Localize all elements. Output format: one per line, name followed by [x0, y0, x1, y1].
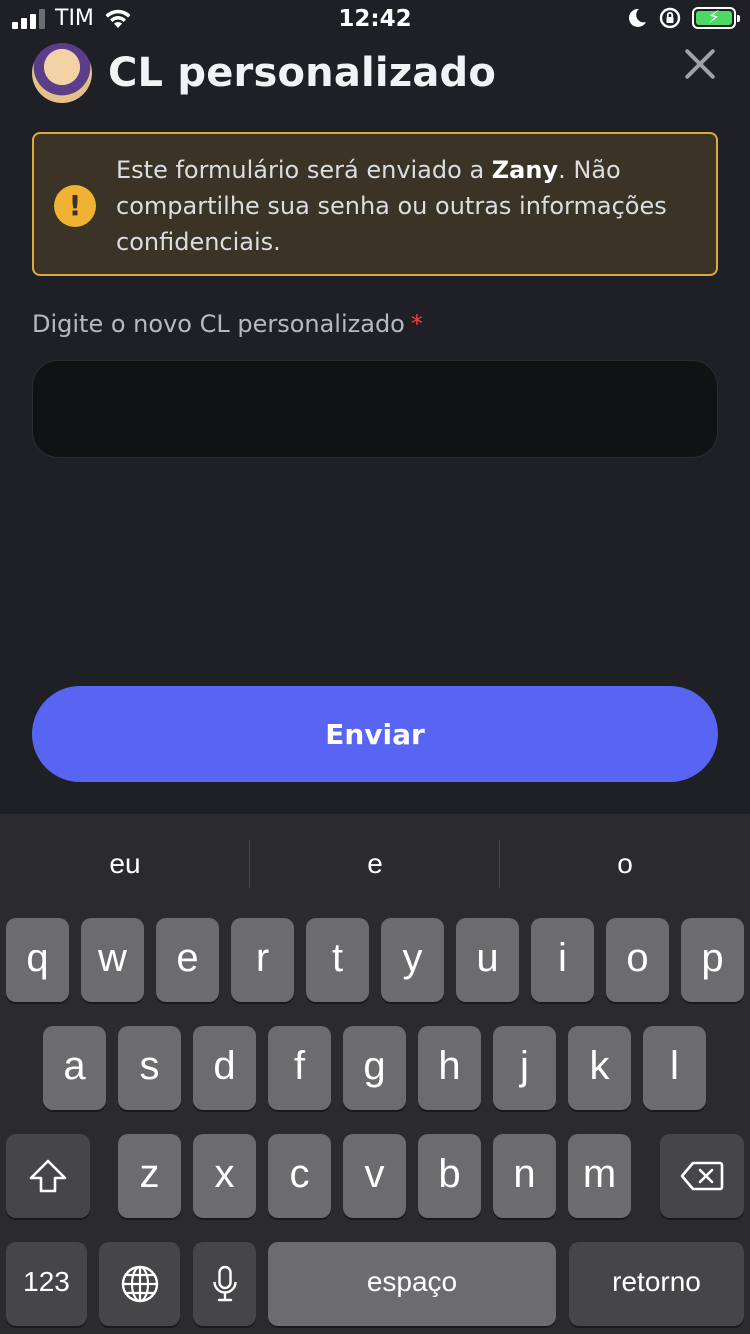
key-f[interactable]: f [268, 1026, 331, 1110]
avatar [32, 43, 92, 103]
microphone-icon [212, 1265, 237, 1302]
modal-header: CL personalizado [32, 40, 718, 106]
key-n[interactable]: n [493, 1134, 556, 1218]
backspace-key[interactable] [660, 1134, 744, 1218]
close-icon[interactable] [682, 46, 718, 82]
space-key[interactable]: espaço [268, 1242, 556, 1326]
suggestion-item[interactable]: e [250, 814, 500, 914]
key-k[interactable]: k [568, 1026, 631, 1110]
key-l[interactable]: l [643, 1026, 706, 1110]
key-w[interactable]: w [81, 918, 144, 1002]
globe-key[interactable] [99, 1242, 180, 1326]
key-t[interactable]: t [306, 918, 369, 1002]
key-s[interactable]: s [118, 1026, 181, 1110]
globe-icon [121, 1265, 158, 1303]
key-v[interactable]: v [343, 1134, 406, 1218]
key-h[interactable]: h [418, 1026, 481, 1110]
key-c[interactable]: c [268, 1134, 331, 1218]
backspace-icon [680, 1161, 724, 1191]
warning-banner: ! Este formulário será enviado a Zany. N… [32, 132, 718, 276]
key-p[interactable]: p [681, 918, 744, 1002]
numbers-key[interactable]: 123 [6, 1242, 87, 1326]
key-o[interactable]: o [606, 918, 669, 1002]
custom-cl-input[interactable] [32, 360, 718, 458]
key-u[interactable]: u [456, 918, 519, 1002]
warning-icon: ! [54, 185, 96, 227]
key-i[interactable]: i [531, 918, 594, 1002]
warning-recipient: Zany [491, 156, 559, 184]
page-title: CL personalizado [108, 50, 497, 96]
required-marker: * [410, 310, 423, 338]
return-key[interactable]: retorno [569, 1242, 744, 1326]
key-q[interactable]: q [6, 918, 69, 1002]
battery-icon: ⚡ [692, 7, 740, 29]
key-g[interactable]: g [343, 1026, 406, 1110]
moon-icon [628, 8, 646, 27]
dictation-key[interactable] [193, 1242, 256, 1326]
shift-icon [29, 1159, 67, 1193]
key-j[interactable]: j [493, 1026, 556, 1110]
status-bar: TIM 12:42 ⚡ [0, 0, 750, 40]
keyboard: eu e o q w e r t y u i o p a s d f g h j… [0, 814, 750, 1334]
key-r[interactable]: r [231, 918, 294, 1002]
key-d[interactable]: d [193, 1026, 256, 1110]
suggestion-item[interactable]: o [500, 814, 750, 914]
suggestion-bar: eu e o [0, 814, 750, 914]
status-right: ⚡ [626, 6, 740, 30]
shift-key[interactable] [6, 1134, 90, 1218]
key-m[interactable]: m [568, 1134, 631, 1218]
key-e[interactable]: e [156, 918, 219, 1002]
warning-text: Este formulário será enviado a Zany. Não… [116, 156, 667, 256]
field-label: Digite o novo CL personalizado * [32, 310, 423, 338]
orientation-lock-icon [659, 7, 681, 29]
key-a[interactable]: a [43, 1026, 106, 1110]
key-z[interactable]: z [118, 1134, 181, 1218]
suggestion-item[interactable]: eu [0, 814, 250, 914]
submit-button[interactable]: Enviar [32, 686, 718, 782]
key-x[interactable]: x [193, 1134, 256, 1218]
key-y[interactable]: y [381, 918, 444, 1002]
key-b[interactable]: b [418, 1134, 481, 1218]
